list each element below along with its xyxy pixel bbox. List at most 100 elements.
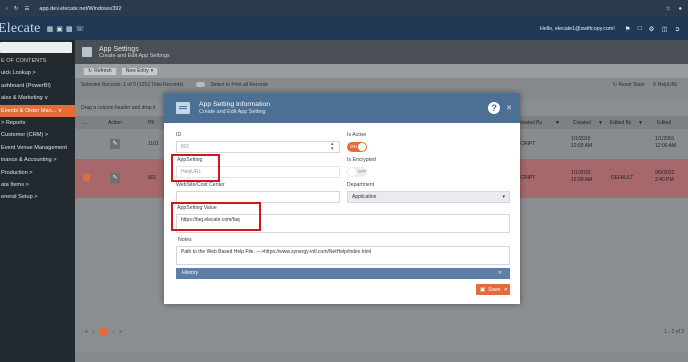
sidebar-search[interactable] bbox=[0, 42, 72, 53]
department-label: Department bbox=[347, 182, 375, 188]
save-icon: ▣ bbox=[480, 286, 486, 293]
is-encrypted-toggle[interactable]: OFF bbox=[347, 167, 367, 177]
calendar-icon[interactable]: ▩ bbox=[66, 25, 73, 33]
refresh-button[interactable]: ↻ Refresh bbox=[83, 66, 117, 76]
grid-search-value: HelpURL bbox=[657, 81, 678, 88]
column-edited-by[interactable]: Edited By bbox=[610, 120, 631, 126]
sidebar-item[interactable]: Event Venue Management bbox=[0, 142, 75, 154]
reset-state-button[interactable]: ↻ Reset State bbox=[613, 82, 645, 88]
appsetting-value-highlight bbox=[171, 202, 261, 231]
help-icon[interactable]: ? bbox=[488, 102, 501, 114]
sidebar-item[interactable]: ashboard (PowerBI) bbox=[0, 80, 75, 92]
prev-page-icon[interactable]: ‹ bbox=[93, 329, 95, 335]
logout-icon[interactable]: ➲ bbox=[675, 25, 680, 33]
refresh-label: Refresh bbox=[94, 68, 112, 74]
selected-records-text: Selected Records: 1 of 0 (1253 Total Rec… bbox=[81, 81, 184, 88]
chat-icon[interactable]: ◫ bbox=[661, 25, 667, 33]
sidebar-item[interactable]: inance & Accounting > bbox=[0, 154, 75, 166]
grid-search-input[interactable]: ⚲ HelpURL bbox=[653, 82, 678, 88]
next-page-icon[interactable]: › bbox=[112, 329, 114, 335]
url-bar[interactable]: app.dev.elecate.net/Windows/392 bbox=[39, 6, 121, 12]
column-pk[interactable]: PK bbox=[148, 120, 155, 126]
is-encrypted-state: OFF bbox=[358, 168, 367, 174]
filter-icon[interactable]: ▼ bbox=[638, 120, 643, 126]
sidebar-item[interactable]: Production > bbox=[0, 167, 75, 179]
sidebar-item[interactable]: eneral Setup > bbox=[0, 191, 75, 203]
sidebar-item[interactable]: E OF CONTENTS bbox=[0, 55, 75, 67]
history-panel[interactable]: History ✕ bbox=[176, 268, 510, 279]
new-entry-label: New Entry bbox=[125, 68, 149, 74]
filter-icon[interactable]: ▼ bbox=[598, 120, 603, 126]
back-icon[interactable]: ‹ bbox=[6, 6, 8, 12]
expand-col-header: ... bbox=[83, 119, 88, 126]
form-icon bbox=[176, 102, 190, 114]
row-checkbox[interactable] bbox=[83, 174, 90, 181]
page-subtitle: Create and Edit App Settings bbox=[99, 52, 170, 59]
app-logo: Elecate bbox=[0, 20, 41, 36]
modal-title: App Setting Information bbox=[199, 101, 271, 108]
page-title: App Settings bbox=[99, 45, 139, 53]
spinner-icon[interactable]: ▲ ▼ bbox=[330, 141, 334, 151]
edit-row-button[interactable]: ✎ bbox=[110, 173, 120, 183]
edited-by-cell: DEFAULT bbox=[611, 175, 634, 181]
save-button[interactable]: ▣ Save ▾ bbox=[476, 284, 510, 295]
id-label: ID bbox=[176, 132, 182, 138]
save-dropdown-icon[interactable]: ▾ bbox=[504, 287, 507, 293]
notes-label: Notes bbox=[178, 237, 192, 243]
user-greeting: Hello, elecate1@swiftcopy.com! bbox=[540, 25, 615, 32]
chevron-down-icon: ▾ bbox=[150, 68, 154, 74]
chevron-down-icon: ▾ bbox=[502, 194, 505, 200]
pk-cell: 1101 bbox=[148, 141, 159, 147]
first-page-icon[interactable]: « bbox=[85, 329, 88, 335]
edit-row-button[interactable]: ✎ bbox=[110, 139, 120, 149]
settings-page-icon bbox=[82, 47, 92, 57]
page-1-button[interactable] bbox=[99, 328, 108, 336]
gear-icon[interactable]: ⚙ bbox=[649, 25, 655, 33]
profile-icon[interactable]: ● bbox=[679, 6, 682, 12]
column-created-by[interactable]: Created By bbox=[517, 120, 542, 126]
created-cell: 1/1/2010 12:00 AM bbox=[571, 170, 593, 183]
is-active-label: Is Active bbox=[347, 132, 367, 138]
sidebar-menu: E OF CONTENTS uick Lookup > ashboard (Powe… bbox=[0, 55, 75, 204]
id-field[interactable]: 801 bbox=[176, 141, 340, 153]
pk-cell: 801 bbox=[148, 175, 157, 181]
sidebar-item[interactable]: > Reports bbox=[0, 117, 75, 129]
selection-bar: Selected Records: 1 of 0 (1253 Total Rec… bbox=[75, 78, 688, 91]
print-all-text: Select to Print all Records bbox=[210, 81, 268, 88]
site-settings-icon[interactable]: ☰ bbox=[24, 6, 29, 12]
sidebar-item[interactable]: ata Items > bbox=[0, 179, 75, 191]
filter-icon[interactable]: ▼ bbox=[555, 120, 560, 126]
edited-cell: 9/9/2022 2:40 PM bbox=[655, 170, 675, 183]
browser-bar: ‹ ↻ ☰ app.dev.elecate.net/Windows/392 ☆ … bbox=[0, 0, 688, 17]
is-active-toggle[interactable]: ON bbox=[347, 142, 367, 152]
new-entry-button[interactable]: New Entry ▾ bbox=[120, 66, 159, 76]
last-page-icon[interactable]: » bbox=[119, 329, 122, 335]
window-icon[interactable]: ▣ bbox=[56, 25, 63, 33]
department-select[interactable]: Application ▾ bbox=[347, 191, 510, 203]
sidebar-item[interactable]: Events & Order Man... ∨ bbox=[0, 104, 75, 117]
reload-icon[interactable]: ↻ bbox=[14, 6, 19, 12]
created-cell: 1/1/2010 12:00 AM bbox=[571, 136, 593, 149]
grid-icon[interactable]: ▦ bbox=[47, 25, 54, 33]
print-toggle[interactable] bbox=[196, 82, 206, 87]
refresh-icon: ↻ bbox=[88, 68, 93, 74]
column-edited[interactable]: Edited bbox=[657, 120, 671, 126]
star-icon[interactable]: ☆ bbox=[666, 6, 671, 12]
sidebar: E OF CONTENTS uick Lookup > ashboard (Powe… bbox=[0, 40, 75, 362]
column-created[interactable]: Created bbox=[573, 120, 591, 126]
notes-field[interactable]: Path to the Web Based Help File. --->htt… bbox=[176, 246, 510, 265]
website-label: WebSite/Cost Center bbox=[176, 182, 225, 188]
edited-cell: 1/1/2001 12:00 AM bbox=[655, 136, 677, 149]
phone-icon[interactable]: ☏ bbox=[75, 25, 84, 33]
expand-icon[interactable]: ✕ bbox=[498, 268, 502, 279]
sidebar-item[interactable]: uick Lookup > bbox=[0, 67, 75, 79]
modal-header: App Setting Information Create and Edit … bbox=[164, 93, 520, 123]
modal-subtitle: Create and Edit App Setting bbox=[199, 109, 266, 115]
sidebar-item[interactable]: Customer (CRM) > bbox=[0, 129, 75, 141]
department-value: Application bbox=[352, 194, 377, 200]
folder-icon[interactable]: □ bbox=[638, 25, 642, 33]
sidebar-item[interactable]: ales & Marketing ∨ bbox=[0, 92, 75, 104]
flag-icon[interactable]: ⚑ bbox=[625, 25, 631, 33]
close-icon[interactable]: ✕ bbox=[506, 104, 512, 112]
column-action[interactable]: Action bbox=[108, 120, 122, 126]
